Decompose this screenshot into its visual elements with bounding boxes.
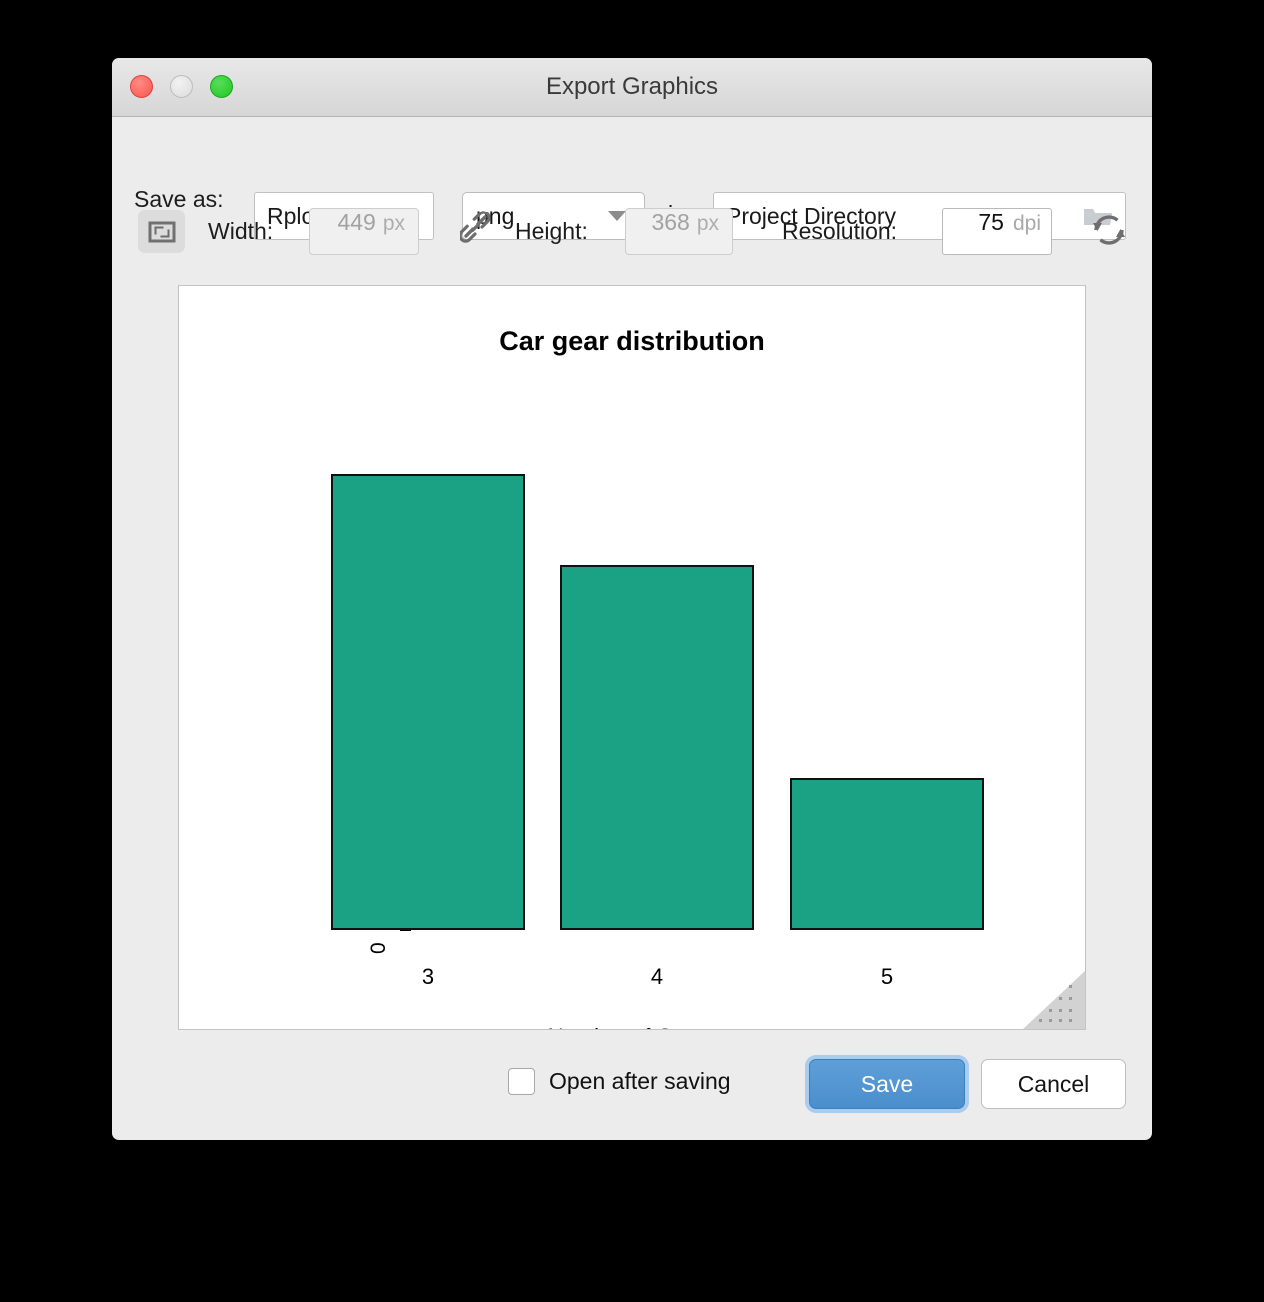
- x-axis-title: Number of Gears: [179, 1024, 1085, 1029]
- height-value: 368: [651, 209, 690, 235]
- link-chain-icon[interactable]: [458, 210, 497, 249]
- aspect-ratio-button[interactable]: [138, 210, 185, 253]
- plot-preview-panel: Car gear distribution 14 12 10 8 6 4: [178, 285, 1086, 1030]
- x-tick-label-4: 4: [650, 964, 664, 989]
- open-after-saving-row[interactable]: Open after saving: [508, 1068, 731, 1095]
- bar-gear-4: [560, 565, 754, 930]
- resize-grip[interactable]: [1023, 971, 1085, 1029]
- dimensions-row: Width: 449 px Height: 368 px Resolution:…: [112, 198, 1152, 270]
- width-value: 449: [337, 209, 376, 235]
- aspect-ratio-icon: [148, 221, 175, 242]
- cancel-button[interactable]: Cancel: [981, 1059, 1126, 1109]
- screen: Export Graphics Save as: Rplot01 png in …: [0, 0, 1264, 1302]
- bar-gear-3: [331, 474, 525, 930]
- dialog-title: Export Graphics: [545, 73, 719, 100]
- r-plot: Car gear distribution 14 12 10 8 6 4: [179, 286, 1085, 1029]
- width-unit: px: [382, 212, 405, 235]
- x-tick-label-3: 3: [421, 964, 435, 989]
- height-label: Height:: [515, 218, 588, 244]
- height-input[interactable]: 368 px: [625, 208, 733, 255]
- resolution-value: 75: [978, 209, 1004, 235]
- refresh-icon[interactable]: [1089, 210, 1129, 250]
- resolution-unit: dpi: [1012, 212, 1041, 235]
- resolution-label: Resolution:: [782, 218, 898, 244]
- height-unit: px: [696, 212, 719, 235]
- width-input[interactable]: 449 px: [309, 208, 419, 255]
- aspect-corner-br: [160, 229, 169, 237]
- width-label: Width:: [208, 218, 274, 244]
- chart-title: Car gear distribution: [499, 326, 765, 356]
- open-after-saving-checkbox[interactable]: [508, 1068, 535, 1095]
- x-tick-label-5: 5: [880, 964, 894, 989]
- bar-gear-5: [790, 778, 984, 930]
- export-graphics-dialog: Export Graphics Save as: Rplot01 png in …: [112, 58, 1152, 1140]
- dialog-footer: Open after saving Save Cancel: [112, 1032, 1152, 1140]
- resolution-input[interactable]: 75 dpi: [942, 208, 1052, 255]
- open-after-saving-label: Open after saving: [549, 1068, 731, 1094]
- save-button[interactable]: Save: [809, 1059, 965, 1109]
- dialog-titlebar: Export Graphics: [112, 58, 1152, 117]
- save-as-row: Save as: Rplot01 png in Project Director…: [112, 116, 1152, 240]
